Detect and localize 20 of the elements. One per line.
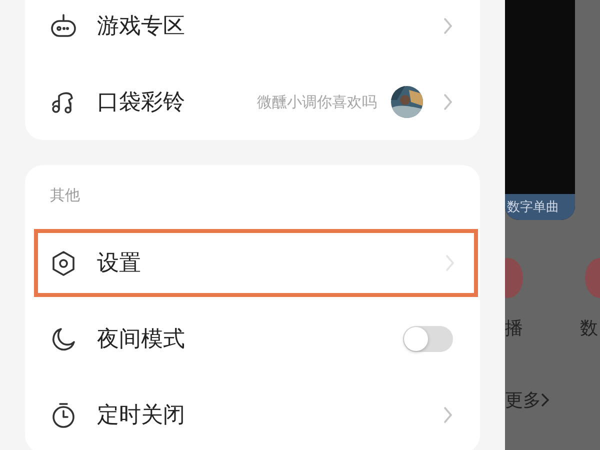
category-label: 数 (580, 317, 598, 340)
menu-item[interactable]: 定时关闭 (97, 400, 423, 430)
chevron-icon (445, 254, 455, 272)
category-label: 播 (505, 317, 523, 340)
chevron-icon (443, 93, 453, 111)
menu-item[interactable]: 口袋彩铃 (97, 87, 237, 117)
section-header: 其他 (49, 184, 81, 206)
controller-icon (50, 12, 77, 40)
menu-item[interactable]: 游戏专区 (97, 11, 423, 41)
timer-icon (50, 402, 77, 428)
settings-icon (50, 250, 77, 276)
menu-item[interactable]: 夜间模式 (97, 324, 383, 354)
menu-item[interactable]: 设置 (97, 248, 425, 278)
chevron-icon (443, 406, 453, 424)
ringtone-name: 微醺小调你喜欢吗 (257, 92, 377, 112)
tile-caption: 数字单曲 (505, 194, 575, 220)
chevron-icon (443, 17, 453, 35)
chevron-icon (541, 393, 549, 407)
moon-icon (50, 326, 77, 352)
night-mode-toggle[interactable] (403, 326, 453, 352)
